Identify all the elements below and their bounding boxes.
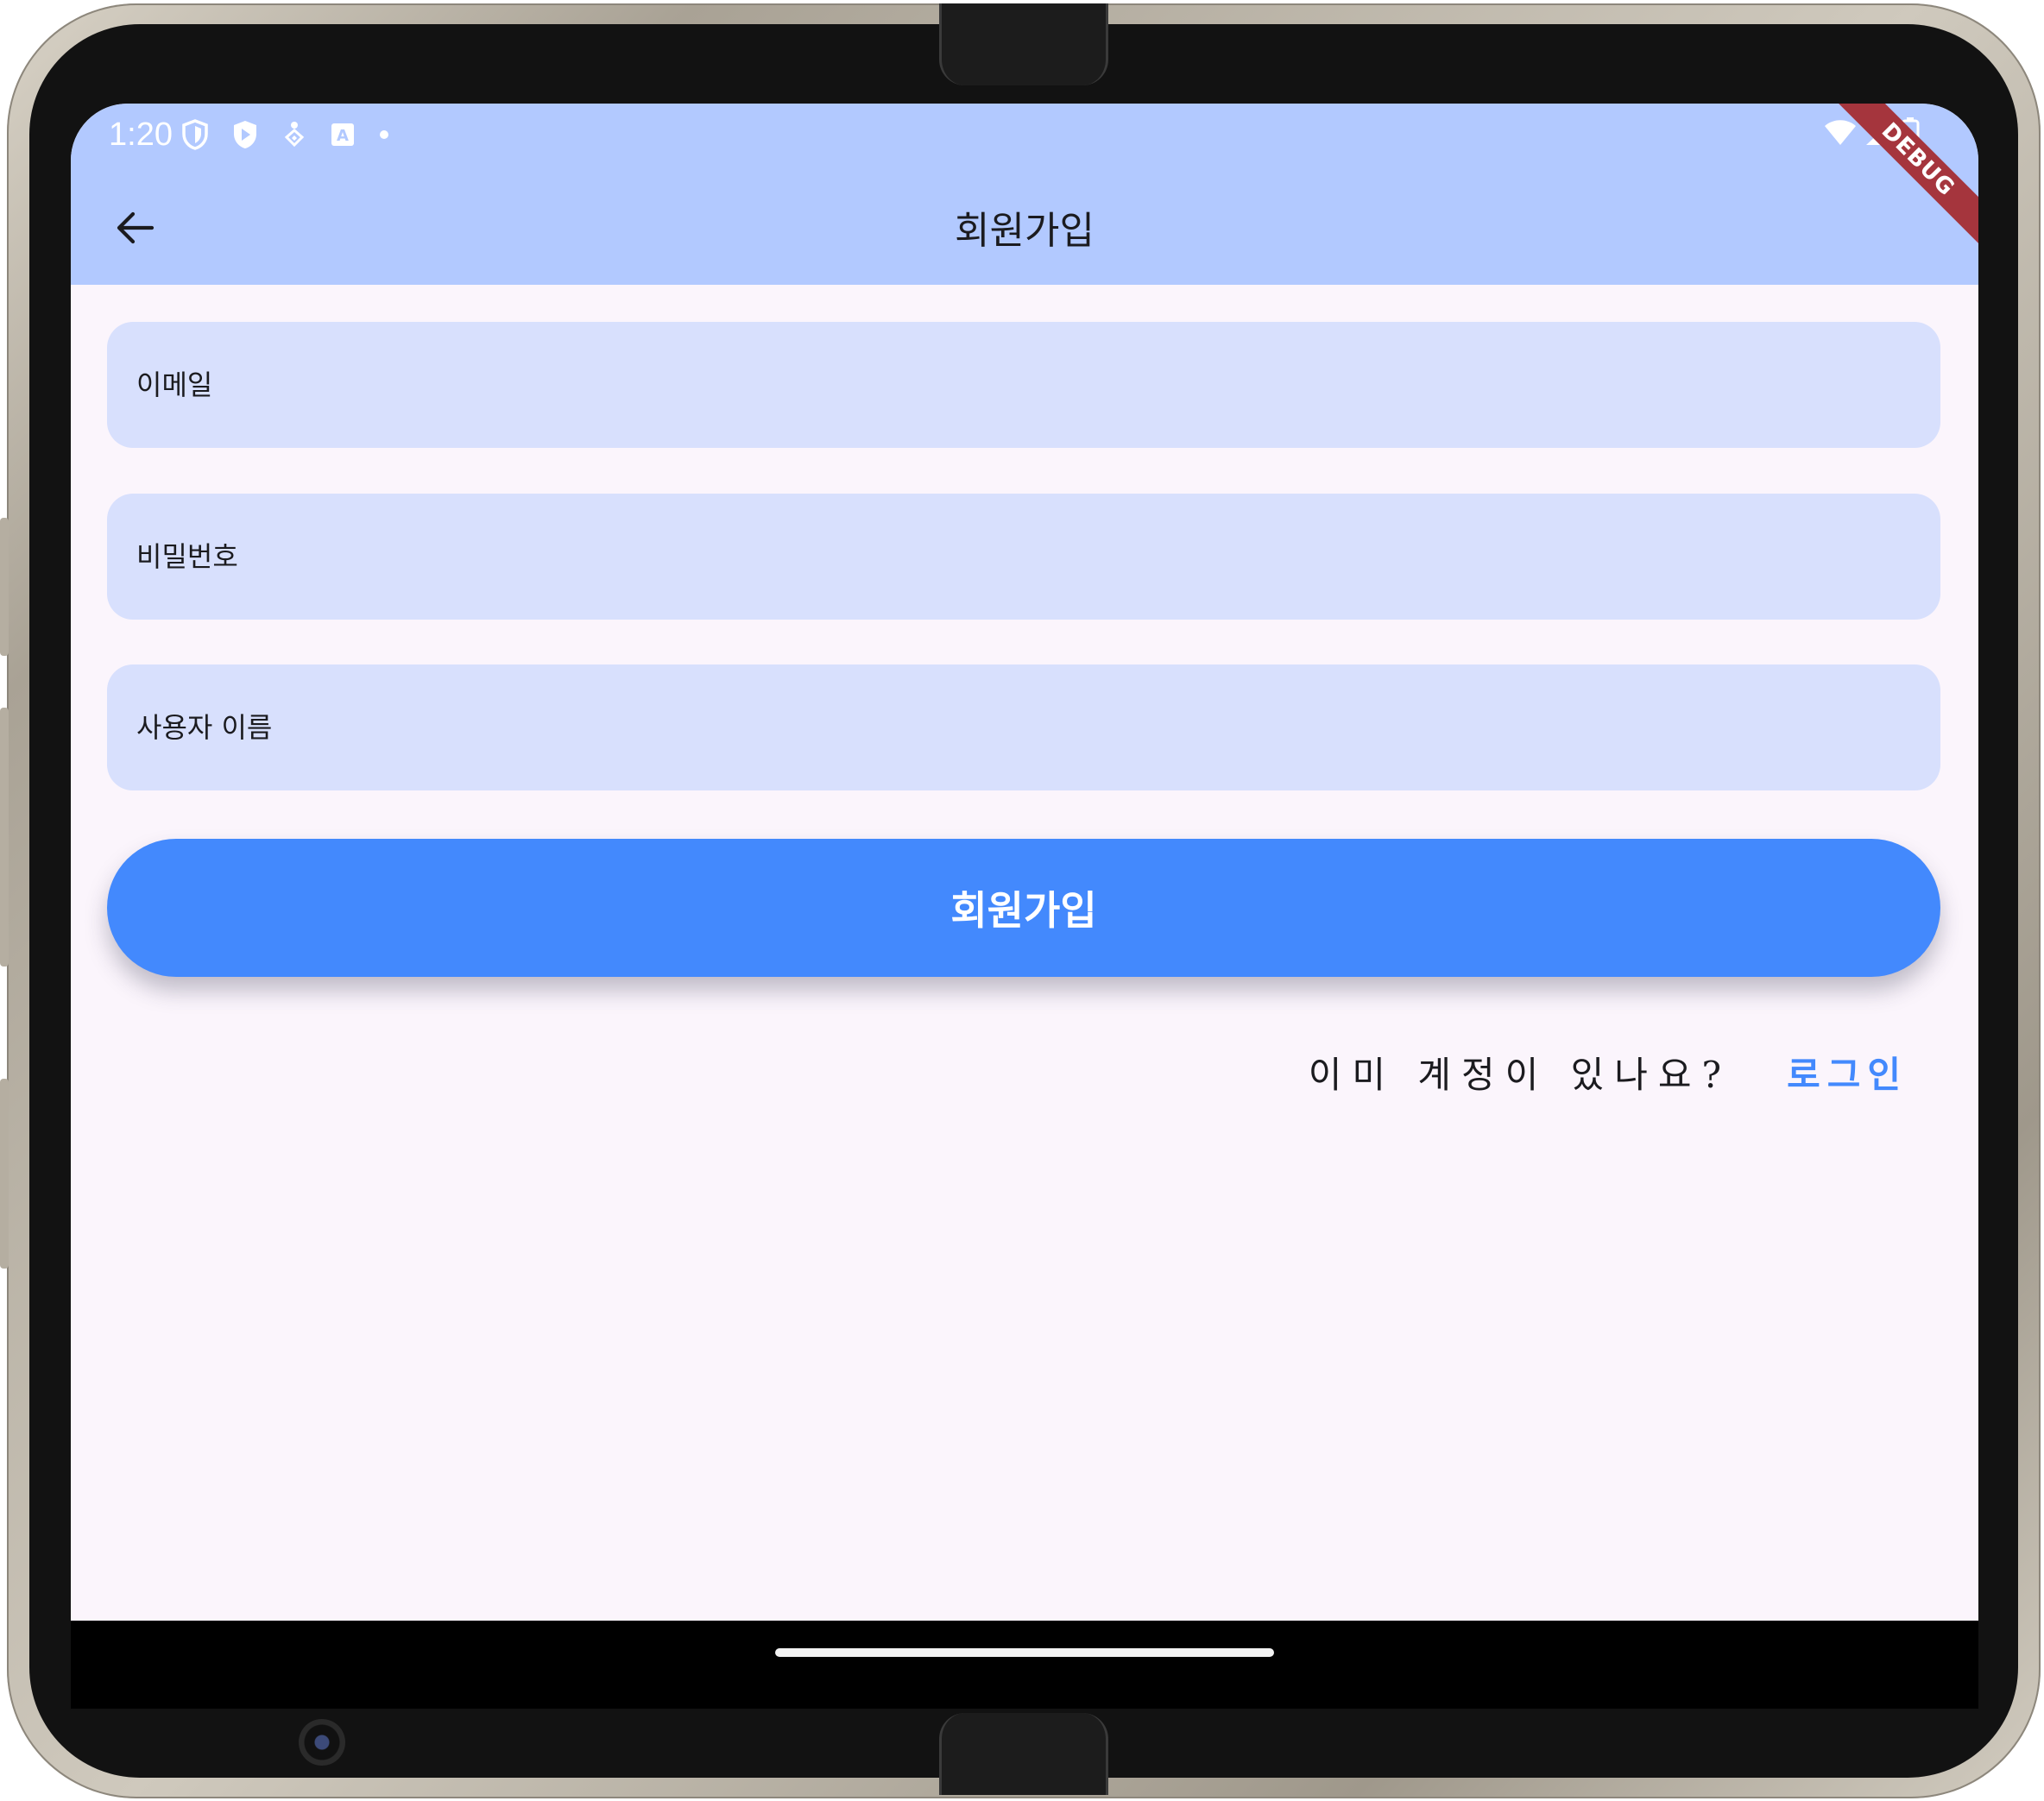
home-indicator[interactable] xyxy=(775,1648,1274,1657)
shield-icon xyxy=(181,119,209,150)
page-title: 회원가입 xyxy=(955,209,1095,253)
status-icons-left: A xyxy=(181,112,390,157)
translate-icon: A xyxy=(330,122,356,148)
status-time: 1:20 xyxy=(109,116,173,153)
screen: 1:20 A DEBUG 회원가입 이메일 사용자 이름 회원가입 이미 계정이… xyxy=(71,104,1978,1709)
login-row: 이미 계정이 있나요? 로그인 xyxy=(1309,1041,1908,1110)
device-hinge-top xyxy=(939,3,1108,85)
play-protect-icon xyxy=(231,119,259,150)
svg-text:A: A xyxy=(337,127,349,145)
camera-lens xyxy=(299,1719,345,1766)
device-volume-button xyxy=(0,708,9,967)
username-field[interactable] xyxy=(107,664,1940,790)
signup-button[interactable]: 회원가입 xyxy=(107,839,1940,977)
notification-dot-icon xyxy=(378,129,390,141)
device-hinge-bottom xyxy=(939,1713,1108,1795)
device-side-button xyxy=(0,518,9,656)
navigation-bar xyxy=(71,1621,1978,1709)
password-field[interactable] xyxy=(107,494,1940,620)
wifi-icon xyxy=(1823,119,1858,150)
accessibility-icon xyxy=(281,120,307,149)
app-bar: 1:20 A DEBUG 회원가입 xyxy=(71,104,1978,285)
login-link[interactable]: 로그인 xyxy=(1787,1041,1908,1110)
email-field[interactable] xyxy=(107,322,1940,448)
login-prompt-text: 이미 계정이 있나요? xyxy=(1308,1054,1732,1096)
device-power-button xyxy=(0,1079,9,1269)
